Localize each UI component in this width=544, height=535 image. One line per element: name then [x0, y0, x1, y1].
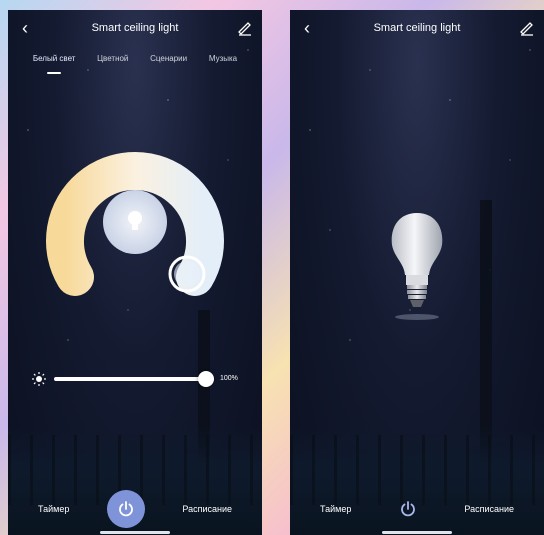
tab-color[interactable]: Цветной — [97, 54, 128, 74]
home-indicator — [100, 531, 170, 534]
page-title: Smart ceiling light — [373, 22, 461, 34]
timer-button[interactable]: Таймер — [38, 504, 69, 514]
brightness-percent: 100% — [220, 375, 238, 382]
power-button[interactable] — [106, 490, 145, 528]
bulb-image — [382, 205, 452, 325]
schedule-button[interactable]: Расписание — [464, 504, 514, 514]
bottom-bar: Таймер Расписание — [290, 489, 544, 529]
brightness-slider-row: 100% — [32, 370, 242, 388]
tab-scenes[interactable]: Сценарии — [150, 54, 187, 74]
bottom-bar: Таймер Расписание — [8, 489, 262, 529]
edit-icon[interactable] — [236, 19, 254, 37]
edit-icon[interactable] — [518, 19, 536, 37]
home-indicator — [382, 531, 452, 534]
power-icon — [118, 501, 133, 517]
brightness-slider-thumb[interactable] — [198, 371, 214, 387]
power-icon — [400, 501, 415, 517]
top-bar: ‹ Smart ceiling light — [290, 10, 544, 46]
tab-white-light[interactable]: Белый свет — [33, 54, 75, 74]
top-bar: ‹ Smart ceiling light — [8, 10, 262, 46]
back-icon[interactable]: ‹ — [298, 18, 316, 38]
page-title: Smart ceiling light — [91, 22, 179, 34]
brightness-slider-track[interactable] — [54, 377, 206, 381]
sun-icon — [32, 372, 46, 386]
timer-button[interactable]: Таймер — [320, 504, 351, 514]
schedule-button[interactable]: Расписание — [182, 504, 232, 514]
right-phone-screen: ‹ Smart ceiling light Таймер Расписание — [290, 10, 544, 535]
tab-music[interactable]: Музыка — [209, 54, 237, 74]
back-icon[interactable]: ‹ — [16, 18, 34, 38]
color-temperature-ring[interactable] — [40, 140, 230, 310]
mode-tabs: Белый свет Цветной Сценарии Музыка — [8, 54, 262, 74]
power-button[interactable] — [389, 490, 427, 528]
left-phone-screen: ‹ Smart ceiling light Белый свет Цветной… — [8, 10, 262, 535]
